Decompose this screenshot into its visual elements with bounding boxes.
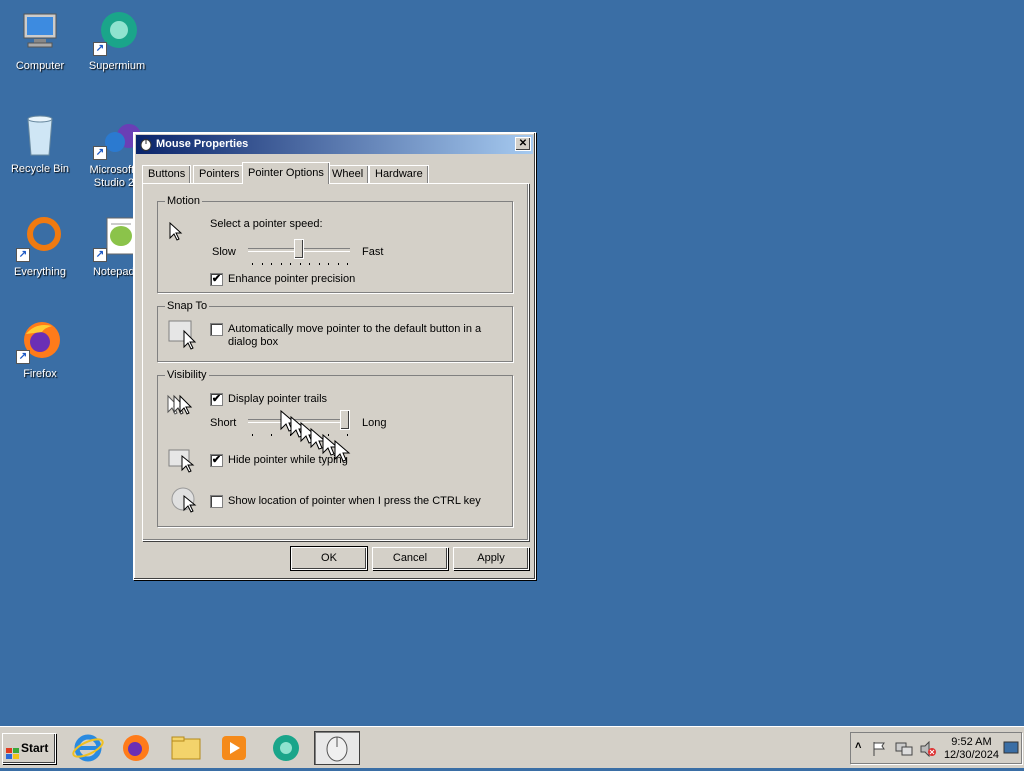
- title-bar[interactable]: Mouse Properties ✕: [136, 135, 533, 154]
- supermium-icon: [273, 735, 299, 761]
- trails-long-label: Long: [362, 417, 387, 429]
- desktop-icon-firefox[interactable]: ↗ Firefox: [2, 316, 78, 381]
- pointer-trail-cursors: [279, 409, 359, 472]
- desktop-icon-computer[interactable]: Computer: [2, 8, 78, 73]
- pointer-speed-icon: [168, 221, 186, 245]
- tab-buttons[interactable]: Buttons: [142, 165, 192, 184]
- shortcut-arrow-icon: ↗: [93, 248, 107, 262]
- pointer-trails-label: Display pointer trails: [228, 393, 328, 405]
- windows-logo-icon: [6, 742, 20, 771]
- apply-button[interactable]: Apply: [453, 547, 529, 570]
- snap-to-label-line2: dialog box: [228, 336, 279, 348]
- system-tray: ˄ 9:52 AM 12/30/2024: [850, 732, 1022, 764]
- speed-fast-label: Fast: [362, 246, 384, 258]
- snap-to-checkbox[interactable]: [210, 323, 223, 336]
- taskbar: Start ˄ 9:52 AM 12/30/2024: [0, 726, 1024, 768]
- computer-icon: [16, 8, 64, 56]
- taskbar-file-explorer[interactable]: [168, 731, 204, 765]
- pointer-speed-prompt: Select a pointer speed:: [210, 218, 323, 230]
- shortcut-arrow-icon: ↗: [16, 350, 30, 364]
- shortcut-arrow-icon: ↗: [16, 248, 30, 262]
- desktop-icon-recycle-bin[interactable]: Recycle Bin: [2, 111, 78, 176]
- desktop-icon-label: Computer: [15, 60, 65, 72]
- visibility-legend: Visibility: [165, 369, 209, 381]
- start-label: Start: [21, 741, 49, 755]
- taskbar-supermium[interactable]: [268, 731, 304, 765]
- firefox-icon: [123, 735, 149, 761]
- mouse-properties-window: Mouse Properties ✕ Buttons Pointers Poin…: [133, 132, 536, 580]
- shortcut-arrow-icon: ↗: [93, 42, 107, 56]
- snap-to-legend: Snap To: [165, 300, 210, 312]
- pointer-trails-checkbox[interactable]: ✔: [210, 393, 223, 406]
- clock-date: 12/30/2024: [943, 749, 999, 761]
- show-hidden-icons-button[interactable]: ˄: [855, 740, 861, 752]
- firefox-icon: ↗: [16, 316, 64, 364]
- tab-wheel[interactable]: Wheel: [326, 165, 370, 184]
- shortcut-arrow-icon: ↗: [93, 146, 107, 160]
- folder-icon: [171, 736, 201, 760]
- taskbar-media-player[interactable]: [216, 731, 252, 765]
- recycle-bin-icon: [16, 111, 64, 159]
- supermium-icon: ↗: [93, 8, 141, 56]
- mouse-icon: [139, 138, 153, 158]
- enhance-precision-label: Enhance pointer precision: [228, 273, 356, 285]
- ctrl-locate-checkbox[interactable]: [210, 495, 223, 508]
- snap-to-group: Snap To Automatically move pointer to th…: [157, 300, 513, 362]
- taskbar-firefox[interactable]: [118, 731, 154, 765]
- snap-to-label-line1: Automatically move pointer to the defaul…: [228, 323, 482, 335]
- trails-short-label: Short: [210, 417, 237, 429]
- desktop-icon-supermium[interactable]: ↗ Supermium: [79, 8, 155, 73]
- volume-muted-icon[interactable]: [919, 740, 937, 760]
- desktop-icon-label: Everything: [14, 266, 66, 278]
- motion-legend: Motion: [165, 195, 203, 207]
- internet-explorer-icon: [72, 734, 104, 762]
- motion-group: Motion Select a pointer speed: Slow Fast…: [157, 195, 513, 293]
- tray-clock[interactable]: 9:52 AM 12/30/2024: [944, 736, 999, 762]
- tab-pointers[interactable]: Pointers: [193, 165, 246, 184]
- desktop-icon-everything[interactable]: ↗ Everything: [2, 214, 78, 279]
- close-button[interactable]: ✕: [515, 137, 531, 151]
- taskbar-mouse-properties[interactable]: [314, 731, 360, 765]
- mouse-icon: [326, 736, 348, 762]
- pointer-trails-icon: [166, 394, 196, 421]
- cancel-button[interactable]: Cancel: [372, 547, 448, 570]
- enhance-precision-checkbox[interactable]: ✔: [210, 273, 223, 286]
- window-title: Mouse Properties: [156, 138, 249, 150]
- hide-pointer-icon: [168, 448, 198, 479]
- slider-ticks: [252, 263, 348, 265]
- action-center-flag-icon[interactable]: [871, 741, 887, 760]
- slider-thumb[interactable]: [294, 239, 304, 259]
- ctrl-locate-icon: [170, 486, 200, 519]
- hide-pointer-checkbox[interactable]: ✔: [210, 454, 223, 467]
- ok-button[interactable]: OK: [290, 546, 368, 571]
- tab-pointer-options[interactable]: Pointer Options: [242, 162, 330, 184]
- speed-slow-label: Slow: [212, 246, 236, 258]
- taskbar-internet-explorer[interactable]: [70, 731, 106, 765]
- ctrl-locate-label: Show location of pointer when I press th…: [228, 495, 481, 507]
- tab-hardware[interactable]: Hardware: [369, 165, 429, 184]
- desktop-icon-label: Recycle Bin: [10, 163, 70, 175]
- show-desktop-icon[interactable]: [1003, 740, 1019, 759]
- media-player-icon: [222, 736, 246, 760]
- snap-to-icon: [168, 319, 200, 354]
- pointer-options-panel: Motion Select a pointer speed: Slow Fast…: [142, 183, 529, 541]
- network-icon[interactable]: [895, 741, 913, 760]
- clock-time: 9:52 AM: [951, 736, 992, 748]
- desktop-icon-label: Supermium: [88, 60, 146, 72]
- desktop-icon-label: Firefox: [23, 368, 57, 380]
- everything-search-icon: ↗: [16, 214, 64, 262]
- start-button[interactable]: Start: [2, 733, 56, 764]
